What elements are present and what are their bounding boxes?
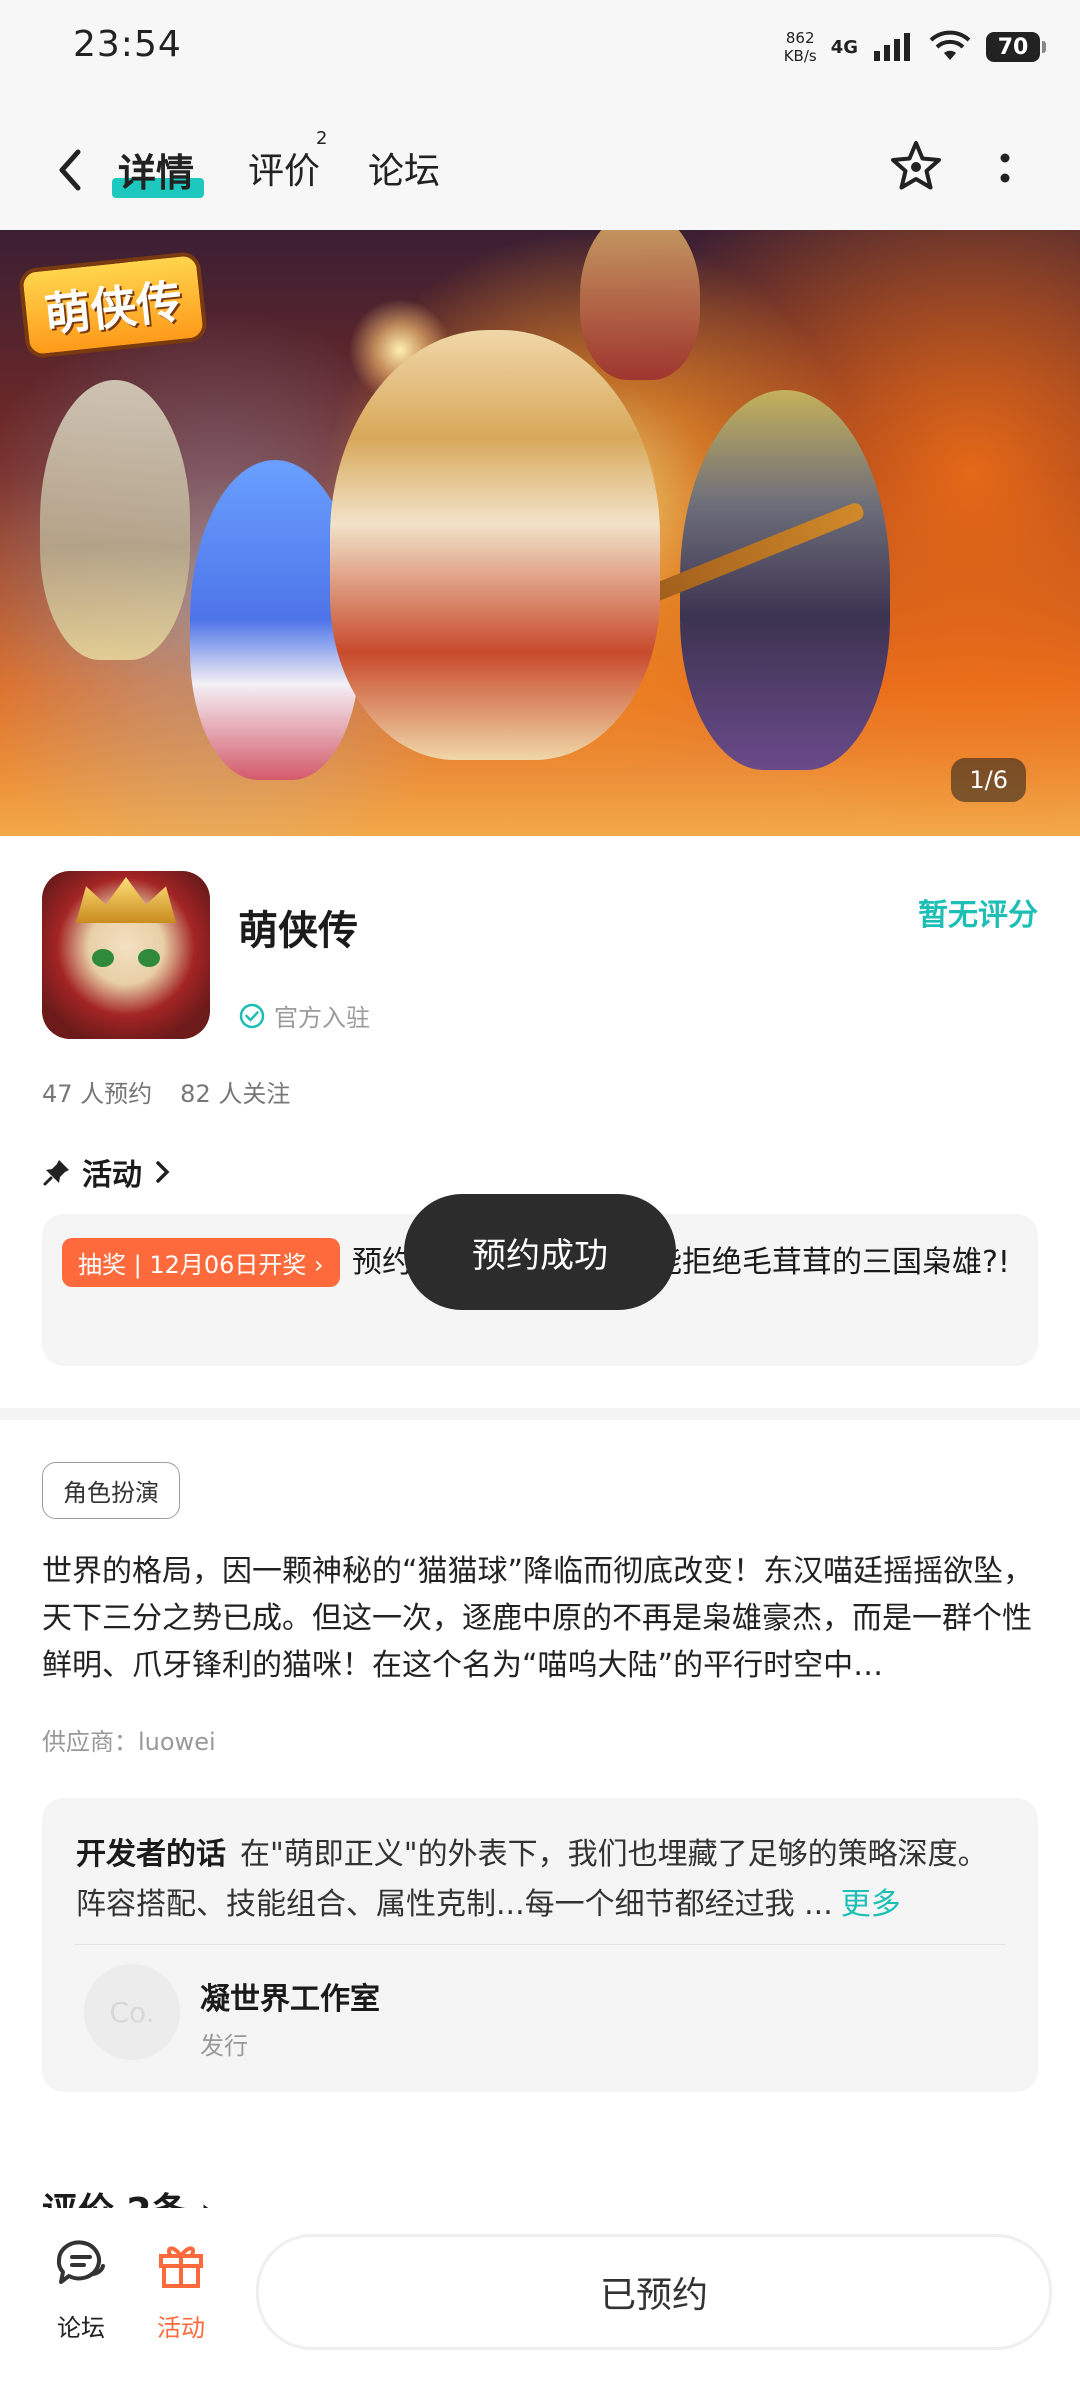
gift-icon: [159, 2246, 203, 2288]
lottery-tag: 抽奖 | 12月06日开奖 ›: [62, 1238, 340, 1287]
status-bar: 23:54 862 KB/s 4G 70: [0, 0, 1080, 110]
forum-icon: [56, 2240, 105, 2284]
developer-note-label: 开发者的话: [76, 1837, 226, 1872]
tab-reviews-badge: 2: [316, 128, 328, 149]
battery-indicator: 70: [986, 32, 1046, 62]
banner-character: [330, 330, 660, 760]
game-description[interactable]: 世界的格局，因一颗神秘的“猫猫球”降临而彻底改变！东汉喵廷摇摇欲坠，天下三分之势…: [42, 1548, 1038, 1689]
app-title: 萌侠传: [238, 908, 358, 954]
activity-button[interactable]: 活动: [136, 2236, 226, 2343]
banner-carousel[interactable]: 萌侠传 1/6: [0, 230, 1080, 836]
signal-icon: [874, 33, 910, 61]
chevron-right-icon: [156, 1161, 170, 1183]
tab-forum[interactable]: 论坛: [368, 142, 440, 194]
network-speed: 862 KB/s: [783, 29, 817, 65]
developer-card: 开发者的话 在"萌即正义"的外表下，我们也埋藏了足够的策略深度。阵容搭配、技能组合…: [42, 1798, 1038, 2092]
studio-role: 发行: [200, 2032, 248, 2060]
wifi-icon: [929, 30, 971, 60]
status-time: 23:54: [73, 24, 182, 65]
bottom-action-bar: 论坛 活动 已预约: [0, 2208, 1080, 2400]
rating-text: 暂无评分: [918, 898, 1038, 933]
crown-icon: [76, 877, 176, 923]
star-icon[interactable]: [886, 137, 946, 197]
banner-character: [580, 230, 700, 380]
more-vertical-icon[interactable]: [990, 148, 1020, 192]
status-icons: 862 KB/s 4G 70: [783, 22, 1046, 72]
reserved-button[interactable]: 已预约: [256, 2234, 1052, 2350]
tab-details[interactable]: 详情: [118, 142, 194, 197]
verified-label: 官方入驻: [274, 1004, 370, 1032]
more-link[interactable]: 更多: [841, 1887, 901, 1922]
verified-badge: 官方入驻: [238, 998, 370, 1033]
tab-reviews[interactable]: 评价: [248, 142, 320, 194]
reservation-count: 47 人预约: [42, 1080, 153, 1108]
banner-character: [40, 380, 190, 660]
activity-heading: 活动: [82, 1158, 142, 1193]
banner-character: [680, 390, 890, 770]
back-arrow-icon[interactable]: [50, 140, 90, 200]
pin-icon: [43, 1160, 69, 1186]
activity-label: 活动: [157, 2314, 205, 2342]
check-circle-icon: [239, 1003, 265, 1028]
network-type: 4G: [830, 36, 858, 58]
developer-note: 开发者的话 在"萌即正义"的外表下，我们也埋藏了足够的策略深度。阵容搭配、技能组合…: [76, 1830, 1004, 1930]
studio-name[interactable]: 凝世界工作室: [200, 1974, 380, 2018]
app-icon: [42, 871, 210, 1039]
forum-label: 论坛: [57, 2314, 105, 2342]
supplier-text: 供应商：luowei: [42, 1728, 216, 1756]
banner-page-counter: 1/6: [951, 758, 1026, 802]
top-navigation: 详情 评价 2 论坛: [0, 110, 1080, 230]
genre-tag[interactable]: 角色扮演: [42, 1462, 180, 1519]
studio-avatar[interactable]: Co.: [84, 1964, 180, 2060]
app-stats: 47 人预约 82 人关注: [42, 1074, 290, 1109]
developer-divider: [74, 1944, 1006, 1945]
activity-header[interactable]: 活动: [42, 1150, 174, 1194]
forum-button[interactable]: 论坛: [36, 2236, 126, 2343]
follower-count: 82 人关注: [180, 1080, 291, 1108]
toast-message: 预约成功: [404, 1194, 676, 1310]
section-divider: [0, 1408, 1080, 1420]
game-logo: 萌侠传: [17, 250, 209, 360]
